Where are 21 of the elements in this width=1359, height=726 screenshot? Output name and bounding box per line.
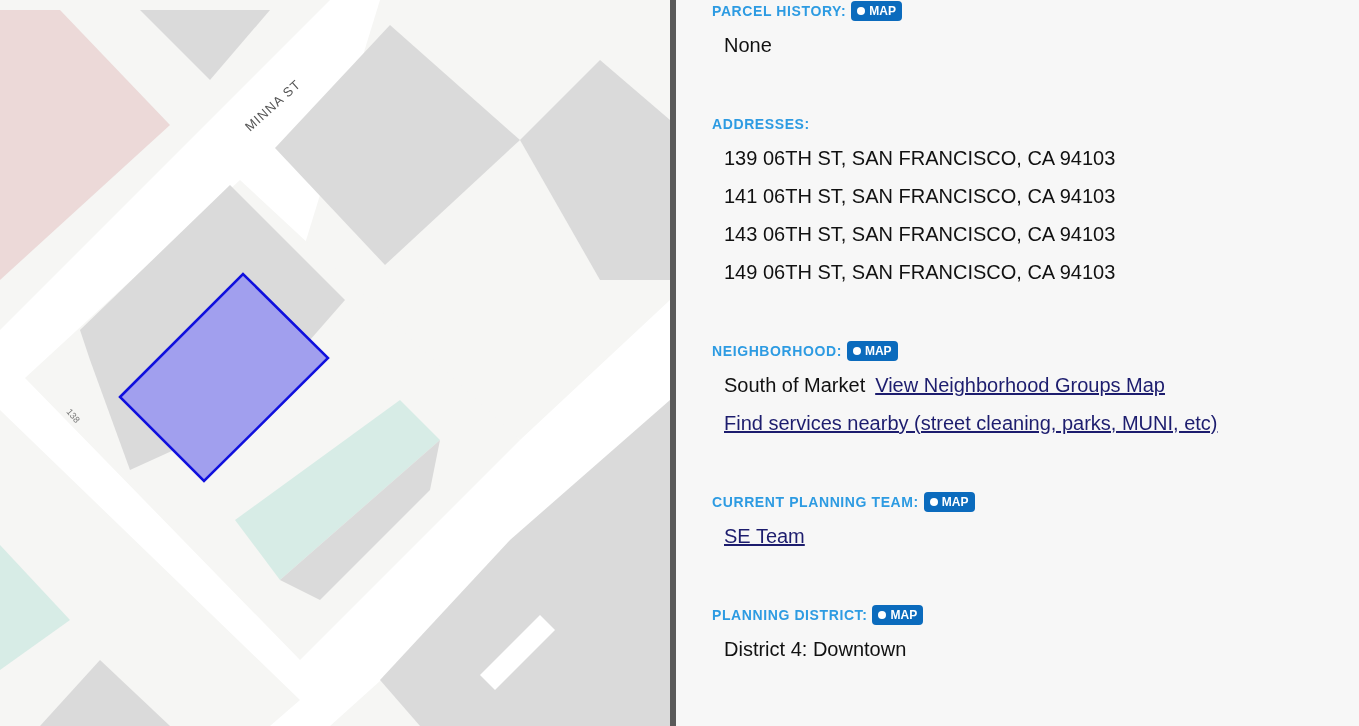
section-heading: NEIGHBORHOOD: <box>712 343 842 359</box>
link[interactable]: View Neighborhood Groups Map <box>875 366 1165 404</box>
section-heading: PLANNING DISTRICT: <box>712 607 868 623</box>
map-button[interactable]: MAP <box>923 492 975 512</box>
field-value: District 4: Downtown <box>724 637 907 662</box>
field-value: None <box>724 33 772 58</box>
map-button[interactable]: MAP <box>851 1 902 21</box>
section-heading: ADDRESSES: <box>712 116 810 132</box>
field-value: 149 06TH ST, SAN FRANCISCO, CA 94103 <box>724 260 1116 285</box>
link[interactable]: SE Team <box>724 517 805 555</box>
map-button[interactable]: MAP <box>846 341 898 361</box>
link[interactable]: Find services nearby (street cleaning, parks, MUNI, etc) <box>724 404 1218 442</box>
section-heading: PARCEL HISTORY: <box>712 3 847 19</box>
selected-parcel-shape[interactable] <box>118 272 330 483</box>
field-value: 139 06TH ST, SAN FRANCISCO, CA 94103 <box>724 146 1116 171</box>
parcel-number-label: 138 <box>64 406 82 425</box>
field-value: 143 06TH ST, SAN FRANCISCO, CA 94103 <box>724 222 1116 247</box>
section-heading: CURRENT PLANNING TEAM: <box>712 494 919 510</box>
field-value: 141 06TH ST, SAN FRANCISCO, CA 94103 <box>724 184 1116 209</box>
field-value: South of Market <box>724 373 866 398</box>
map-button[interactable]: MAP <box>872 605 924 625</box>
